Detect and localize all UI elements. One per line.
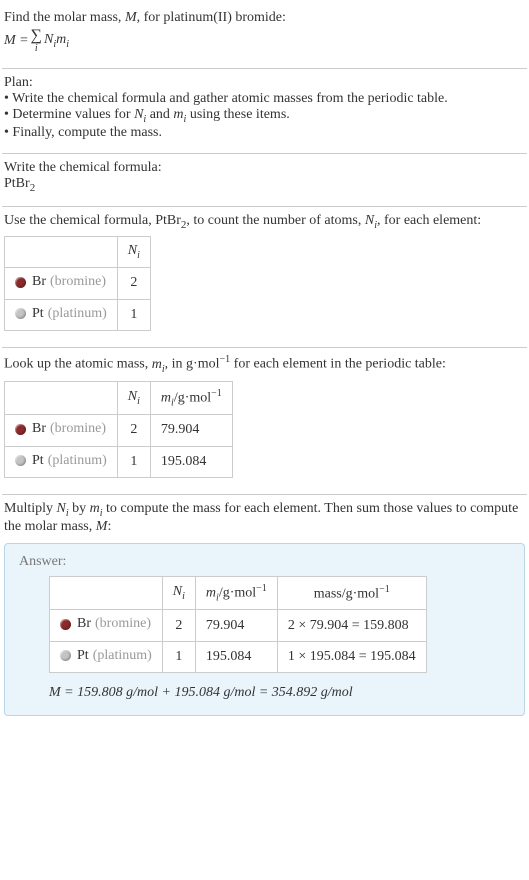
- mass-cell: 2 × 79.904 = 159.808: [277, 610, 426, 642]
- intro-line-1: Find the molar mass, M, for platinum(II)…: [4, 10, 525, 26]
- empty-header: [5, 237, 118, 268]
- multiply-section: Multiply Ni by mi to compute the mass fo…: [2, 495, 527, 539]
- intro-text-b: , for platinum(II) bromide:: [137, 10, 286, 25]
- n-cell: 2: [117, 415, 150, 447]
- empty-header: [5, 381, 118, 414]
- empty-header: [50, 576, 163, 609]
- header-Ni: Ni: [117, 237, 150, 268]
- element-dot-icon: [15, 308, 26, 319]
- multiply-text: Multiply Ni by mi to compute the mass fo…: [4, 501, 525, 535]
- count-text: Use the chemical formula, PtBr2, to coun…: [4, 213, 525, 231]
- chem-heading: Write the chemical formula:: [4, 160, 525, 176]
- n-cell: 2: [117, 268, 150, 300]
- m-cell: 195.084: [195, 641, 277, 673]
- header-Ni: Ni: [117, 381, 150, 414]
- element-cell-pt: Pt(platinum): [5, 299, 118, 331]
- answer-table: Ni mi/g·mol−1 mass/g·mol−1 Br(bromine) 2…: [49, 576, 427, 673]
- element-cell-br: Br(bromine): [5, 268, 118, 300]
- header-mi: mi/g·mol−1: [150, 381, 232, 414]
- table-row: Pt(platinum) 1: [5, 299, 151, 331]
- table-row: Br(bromine) 2 79.904 2 × 79.904 = 159.80…: [50, 610, 427, 642]
- plan-bullet-1: • Write the chemical formula and gather …: [4, 91, 525, 107]
- element-dot-icon: [15, 455, 26, 466]
- plan-bullet-3: • Finally, compute the mass.: [4, 125, 525, 141]
- lookup-table: Ni mi/g·mol−1 Br(bromine) 2 79.904 Pt(pl…: [4, 381, 233, 478]
- table-header-row: Ni mi/g·mol−1 mass/g·mol−1: [50, 576, 427, 609]
- n-cell: 1: [117, 446, 150, 478]
- chem-formula: PtBr2: [4, 176, 525, 194]
- plan-section: Plan: • Write the chemical formula and g…: [2, 69, 527, 153]
- element-cell-pt: Pt(platinum): [5, 446, 118, 478]
- eq-mi: mi: [56, 32, 69, 50]
- n-cell: 1: [117, 299, 150, 331]
- table-row: Br(bromine) 2: [5, 268, 151, 300]
- table-row: Pt(platinum) 1 195.084: [5, 446, 233, 478]
- table-header-row: Ni mi/g·mol−1: [5, 381, 233, 414]
- count-section: Use the chemical formula, PtBr2, to coun…: [2, 207, 527, 348]
- element-cell-pt: Pt(platinum): [50, 641, 163, 673]
- sigma-sub: i: [35, 44, 38, 54]
- intro-text-a: Find the molar mass,: [4, 10, 125, 25]
- header-mi: mi/g·mol−1: [195, 576, 277, 609]
- eq-Ni: Ni: [44, 32, 56, 50]
- n-cell: 1: [162, 641, 195, 673]
- element-cell-br: Br(bromine): [50, 610, 163, 642]
- lookup-text: Look up the atomic mass, mi, in g·mol−1 …: [4, 354, 525, 374]
- eq-left: M =: [4, 33, 29, 49]
- table-header-row: Ni: [5, 237, 151, 268]
- element-cell-br: Br(bromine): [5, 415, 118, 447]
- header-Ni: Ni: [162, 576, 195, 609]
- answer-box: Answer: Ni mi/g·mol−1 mass/g·mol−1 Br(br…: [4, 543, 525, 716]
- m-cell: 195.084: [150, 446, 232, 478]
- mass-cell: 1 × 195.084 = 195.084: [277, 641, 426, 673]
- answer-content: Ni mi/g·mol−1 mass/g·mol−1 Br(bromine) 2…: [19, 576, 510, 701]
- plan-bullet-2: • Determine values for Ni and mi using t…: [4, 107, 525, 125]
- header-mass: mass/g·mol−1: [277, 576, 426, 609]
- element-dot-icon: [60, 619, 71, 630]
- m-cell: 79.904: [150, 415, 232, 447]
- n-cell: 2: [162, 610, 195, 642]
- answer-title: Answer:: [19, 554, 510, 570]
- intro-section: Find the molar mass, M, for platinum(II)…: [2, 4, 527, 68]
- final-molar-mass: M = 159.808 g/mol + 195.084 g/mol = 354.…: [49, 685, 510, 701]
- var-M: M: [125, 10, 137, 25]
- plan-heading: Plan:: [4, 75, 525, 91]
- table-row: Br(bromine) 2 79.904: [5, 415, 233, 447]
- molar-mass-formula: M = ∑ i Nimi: [4, 26, 525, 56]
- sigma-icon: ∑ i: [31, 28, 42, 54]
- count-table: Ni Br(bromine) 2 Pt(platinum) 1: [4, 236, 151, 331]
- element-dot-icon: [15, 424, 26, 435]
- m-cell: 79.904: [195, 610, 277, 642]
- table-row: Pt(platinum) 1 195.084 1 × 195.084 = 195…: [50, 641, 427, 673]
- chem-formula-section: Write the chemical formula: PtBr2: [2, 154, 527, 206]
- element-dot-icon: [60, 650, 71, 661]
- lookup-section: Look up the atomic mass, mi, in g·mol−1 …: [2, 348, 527, 494]
- element-dot-icon: [15, 277, 26, 288]
